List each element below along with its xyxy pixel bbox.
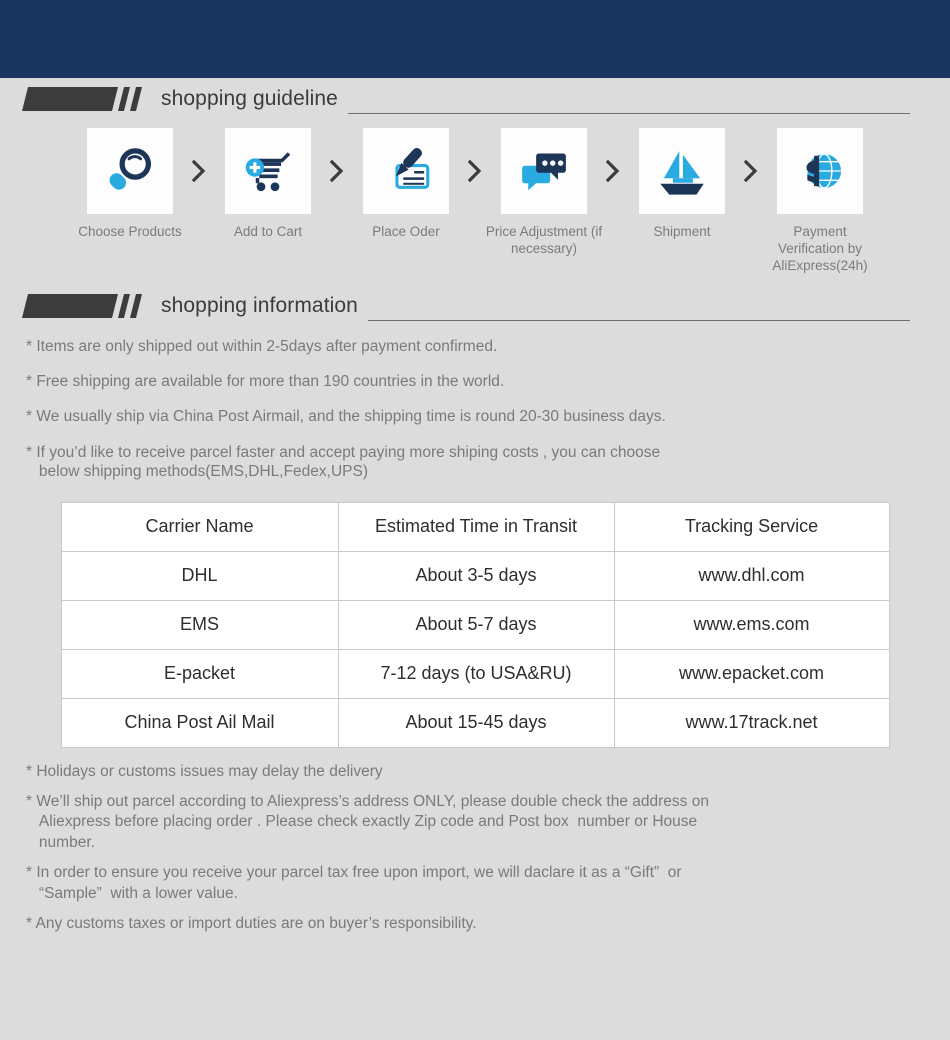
info-line: * Items are only shipped out within 2-5d… bbox=[26, 337, 498, 355]
magnifier-icon bbox=[109, 148, 151, 190]
table-row: E-packet 7-12 days (to USA&RU) www.epack… bbox=[60, 648, 890, 699]
info-line: * If you’d like to receive parcel faster… bbox=[26, 443, 661, 481]
step-label: Shipment bbox=[653, 224, 711, 239]
dollar-globe-icon bbox=[806, 153, 842, 189]
step-icon-box bbox=[639, 128, 725, 214]
cell-transit-time: About 5-7 days bbox=[337, 599, 615, 650]
cell-carrier: DHL bbox=[60, 550, 339, 601]
cell-tracking: www.epacket.com bbox=[613, 648, 890, 699]
banner-ribbon-icon bbox=[22, 87, 147, 111]
step-label: Add to Cart bbox=[233, 224, 303, 239]
chevron-right-icon bbox=[324, 128, 350, 214]
info-line: * We usually ship via China Post Airmail… bbox=[26, 408, 666, 426]
sign-check-icon bbox=[395, 147, 430, 189]
section-header-information: shopping information bbox=[0, 285, 950, 327]
cell-carrier: E-packet bbox=[60, 648, 339, 699]
step-place-order[interactable]: Place Oder bbox=[350, 128, 462, 241]
cell-carrier: China Post Ail Mail bbox=[60, 697, 339, 748]
step-icon-box bbox=[777, 128, 863, 214]
step-label: Choose Products bbox=[78, 224, 182, 239]
shipping-info-list: * Items are only shipped out within 2-5d… bbox=[0, 327, 950, 482]
shopping-steps: Choose Products Add to Cart Place Oder P… bbox=[0, 120, 950, 275]
chat-bubbles-icon bbox=[522, 153, 566, 191]
step-add-to-cart[interactable]: Add to Cart bbox=[212, 128, 324, 241]
cell-tracking: www.dhl.com bbox=[613, 550, 890, 601]
table-row: DHL About 3-5 days www.dhl.com bbox=[60, 550, 890, 601]
chevron-right-icon bbox=[462, 128, 488, 214]
cart-plus-icon bbox=[245, 152, 291, 192]
section-title-information: shopping information bbox=[161, 293, 358, 317]
chevron-right-icon bbox=[600, 128, 626, 214]
note-line: * Any customs taxes or import duties are… bbox=[26, 915, 477, 933]
step-choose-products[interactable]: Choose Products bbox=[74, 128, 186, 241]
cell-transit-time: 7-12 days (to USA&RU) bbox=[337, 648, 615, 699]
step-shipment[interactable]: Shipment bbox=[626, 128, 738, 241]
step-price-adjustment[interactable]: Price Adjustment (if necessary) bbox=[486, 128, 602, 258]
shipping-table-wrap: Carrier Name Estimated Time in Transit T… bbox=[0, 496, 950, 748]
column-header-transit-time: Estimated Time in Transit bbox=[337, 501, 615, 552]
note-line: * We’ll ship out parcel according to Ali… bbox=[26, 792, 709, 851]
section-divider-line bbox=[367, 319, 910, 321]
step-label: Payment Verification by AliExpress(24h) bbox=[772, 224, 868, 273]
top-banner bbox=[0, 0, 950, 78]
shipping-methods-table: Carrier Name Estimated Time in Transit T… bbox=[60, 501, 890, 748]
table-header-row: Carrier Name Estimated Time in Transit T… bbox=[60, 501, 890, 552]
section-divider-line bbox=[347, 113, 910, 114]
note-line: * Holidays or customs issues may delay t… bbox=[26, 762, 383, 780]
table-row: China Post Ail Mail About 15-45 days www… bbox=[60, 697, 890, 748]
sailboat-icon bbox=[660, 151, 704, 195]
cell-tracking: www.17track.net bbox=[613, 697, 890, 748]
banner-ribbon-icon bbox=[22, 293, 147, 318]
cell-tracking: www.ems.com bbox=[613, 599, 890, 650]
chevron-right-icon bbox=[186, 128, 212, 214]
section-header-guideline: shopping guideline bbox=[0, 78, 950, 120]
step-payment-verification[interactable]: Payment Verification by AliExpress(24h) bbox=[764, 128, 876, 275]
product-description-page: shopping guideline Choose Products Add t… bbox=[0, 0, 950, 1040]
step-label: Price Adjustment (if necessary) bbox=[485, 224, 603, 256]
info-line: * Free shipping are available for more t… bbox=[26, 373, 505, 390]
step-icon-box bbox=[363, 128, 449, 214]
step-icon-box bbox=[225, 128, 311, 214]
cell-transit-time: About 3-5 days bbox=[337, 550, 615, 601]
step-icon-box bbox=[87, 128, 173, 214]
step-icon-box bbox=[501, 128, 587, 214]
shipping-notes-list: * Holidays or customs issues may delay t… bbox=[0, 748, 950, 935]
table-row: EMS About 5-7 days www.ems.com bbox=[60, 599, 890, 650]
step-label: Place Oder bbox=[372, 224, 440, 239]
column-header-tracking: Tracking Service bbox=[613, 501, 890, 552]
cell-carrier: EMS bbox=[60, 599, 339, 650]
cell-transit-time: About 15-45 days bbox=[337, 697, 615, 748]
chevron-right-icon bbox=[738, 128, 764, 214]
section-title-guideline: shopping guideline bbox=[161, 87, 338, 110]
note-line: * In order to ensure you receive your pa… bbox=[26, 864, 682, 902]
column-header-carrier: Carrier Name bbox=[60, 501, 339, 552]
